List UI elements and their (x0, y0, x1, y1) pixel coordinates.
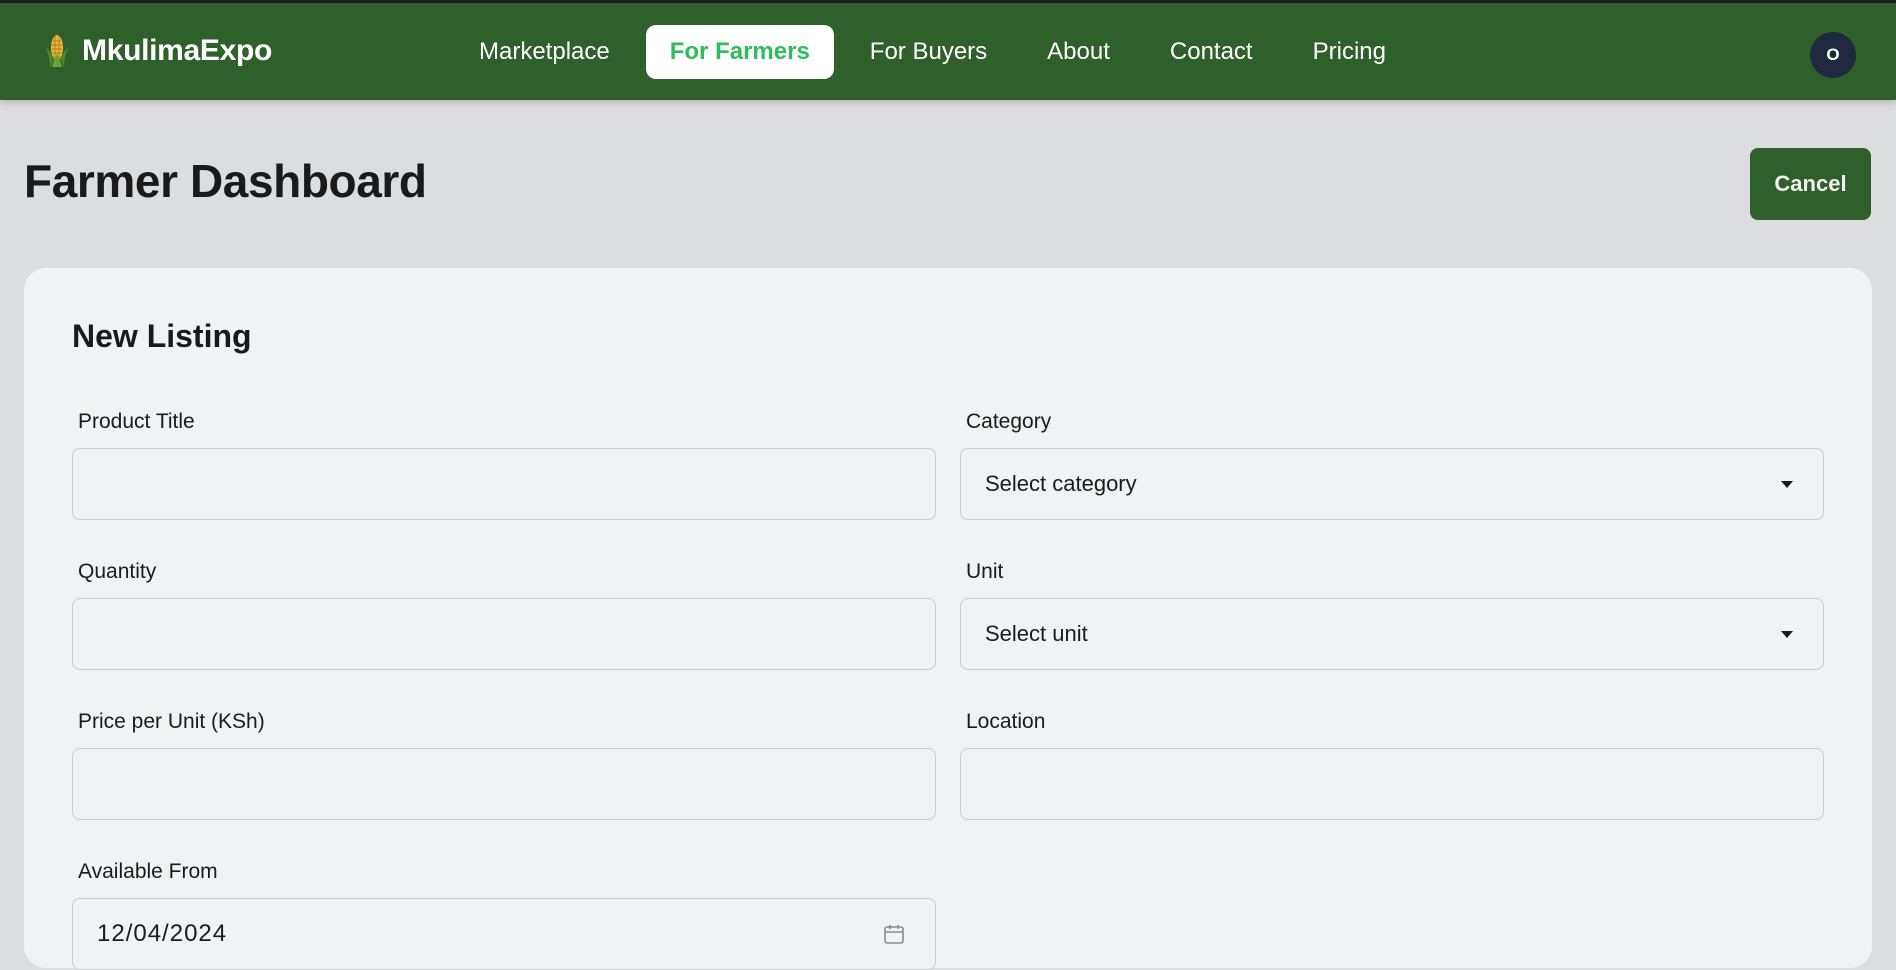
top-navbar: MkulimaExpo Marketplace For Farmers For … (0, 0, 1896, 100)
unit-label: Unit (966, 560, 1004, 583)
nav-contact[interactable]: Contact (1146, 25, 1277, 79)
nav-for-farmers[interactable]: For Farmers (645, 25, 834, 79)
quantity-input[interactable] (72, 598, 936, 670)
corn-icon (45, 35, 69, 67)
user-avatar[interactable]: O (1810, 32, 1856, 78)
brand-name: MkulimaExpo (82, 34, 273, 67)
product-title-input[interactable] (72, 448, 936, 520)
available-from-value: 12/04/2024 (97, 920, 228, 947)
nav-pricing[interactable]: Pricing (1289, 25, 1410, 79)
category-select[interactable]: Select category (960, 448, 1824, 520)
price-label: Price per Unit (KSh) (78, 710, 265, 733)
chevron-down-icon (1781, 480, 1793, 488)
page-title: Farmer Dashboard (24, 155, 427, 207)
price-input[interactable] (72, 748, 936, 820)
nav-marketplace[interactable]: Marketplace (455, 25, 634, 79)
location-input[interactable] (960, 748, 1824, 820)
available-from-date-input[interactable]: 12/04/2024 (72, 898, 936, 970)
nav-about[interactable]: About (1023, 25, 1134, 79)
form-title: New Listing (72, 318, 252, 354)
available-from-label: Available From (78, 860, 218, 883)
cancel-button[interactable]: Cancel (1750, 148, 1871, 220)
product-title-label: Product Title (78, 410, 195, 433)
unit-selected-value: Select unit (985, 621, 1088, 646)
new-listing-form-card: New Listing Product Title Category Selec… (24, 268, 1872, 970)
brand-logo-link[interactable]: MkulimaExpo (44, 33, 272, 69)
quantity-label: Quantity (78, 560, 157, 583)
unit-select[interactable]: Select unit (960, 598, 1824, 670)
category-selected-value: Select category (985, 471, 1137, 496)
chevron-down-icon (1781, 630, 1793, 638)
category-label: Category (966, 410, 1052, 433)
nav-for-buyers[interactable]: For Buyers (846, 25, 1011, 79)
location-label: Location (966, 710, 1046, 733)
main-nav: Marketplace For Farmers For Buyers About… (455, 25, 1422, 79)
calendar-icon[interactable] (883, 923, 905, 945)
